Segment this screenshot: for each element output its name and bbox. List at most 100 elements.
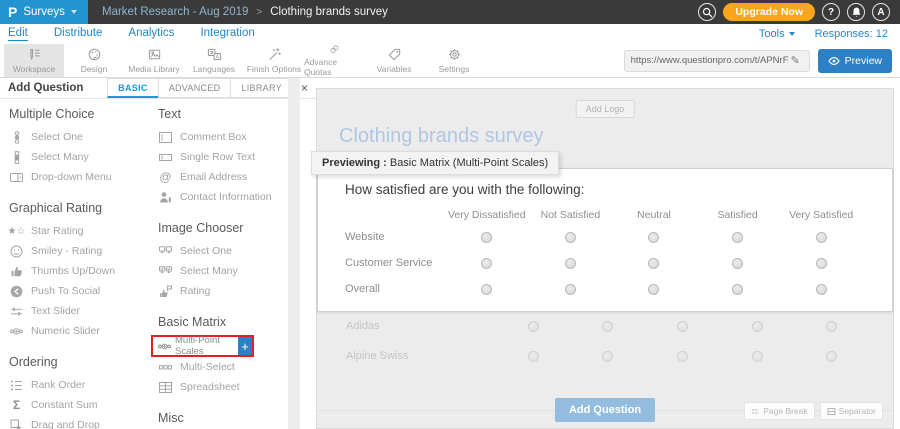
- tool-label: Settings: [439, 64, 470, 74]
- qtype-comment-box[interactable]: Comment Box: [158, 127, 292, 147]
- notifications-button[interactable]: [847, 3, 865, 21]
- qtype-label: Rating: [180, 285, 210, 297]
- radio-button[interactable]: [648, 284, 659, 295]
- image-icon: [147, 47, 162, 62]
- qtype-single-row-text[interactable]: Single Row Text: [158, 147, 292, 167]
- separator-button[interactable]: Separator: [820, 402, 883, 420]
- tool-design[interactable]: Design: [64, 44, 124, 77]
- tool-label: Variables: [377, 64, 412, 74]
- qtype-thumbs-up-down[interactable]: Thumbs Up/Down: [9, 261, 148, 281]
- qtype-image-rating[interactable]: Rating: [158, 281, 292, 301]
- matrix-row-website: Website: [318, 224, 892, 250]
- avatar[interactable]: A: [872, 3, 890, 21]
- tool-label: Advance Quotas: [304, 57, 364, 77]
- qtype-multi-select[interactable]: Multi-Select: [158, 357, 292, 377]
- matrix-body: Website Customer Service Overall: [318, 224, 892, 302]
- qtype-label: Single Row Text: [180, 151, 255, 163]
- qtype-drag-and-drop[interactable]: Drag and Drop: [9, 415, 148, 429]
- upgrade-now-button[interactable]: Upgrade Now: [723, 3, 815, 21]
- qtype-star-rating[interactable]: ★☆ Star Rating: [9, 221, 148, 241]
- add-question-panel: Add Question BASIC ADVANCED LIBRARY × Mu…: [0, 78, 316, 429]
- translate-icon: A: [207, 47, 222, 62]
- radio-button[interactable]: [481, 232, 492, 243]
- add-question-type-button[interactable]: +: [238, 337, 252, 355]
- preview-label: Preview: [845, 55, 882, 67]
- radio-button[interactable]: [565, 258, 576, 269]
- radio-button[interactable]: [816, 284, 827, 295]
- qtype-constant-sum[interactable]: Σ Constant Sum: [9, 395, 148, 415]
- radio-button[interactable]: [481, 284, 492, 295]
- tab-library[interactable]: LIBRARY: [230, 78, 292, 98]
- breadcrumb-separator: >: [256, 7, 262, 18]
- qtype-image-select-one[interactable]: Select One: [158, 241, 292, 261]
- add-question-button[interactable]: Add Question: [555, 398, 655, 422]
- tab-advanced[interactable]: ADVANCED: [158, 78, 232, 98]
- radio-button[interactable]: [816, 232, 827, 243]
- question-preview-box: How satisfied are you with the following…: [317, 168, 893, 312]
- qtype-dropdown-menu[interactable]: Drop-down Menu: [9, 167, 148, 187]
- qtype-label: Comment Box: [180, 131, 247, 143]
- separator-label: Separator: [839, 406, 876, 416]
- multi-point-scales-icon: [158, 340, 171, 353]
- panel-scrollbar[interactable]: [288, 78, 300, 429]
- qtype-push-to-social[interactable]: Push To Social: [9, 281, 148, 301]
- search-button[interactable]: [698, 3, 716, 21]
- qtype-multi-point-scales[interactable]: Multi-Point Scales +: [151, 335, 254, 357]
- menu-edit[interactable]: Edit: [8, 27, 28, 41]
- tools-dropdown[interactable]: Tools: [759, 28, 795, 40]
- survey-page: Add Logo Clothing brands survey Adidas A…: [316, 88, 894, 429]
- tool-variables[interactable]: Variables: [364, 44, 424, 77]
- contact-icon: [158, 191, 173, 204]
- radio-button[interactable]: [481, 258, 492, 269]
- svg-text:A: A: [215, 54, 219, 60]
- tool-label: Design: [81, 64, 107, 74]
- qtype-smiley-rating[interactable]: Smiley - Rating: [9, 241, 148, 261]
- radio-button[interactable]: [732, 232, 743, 243]
- drag-icon: [9, 419, 24, 429]
- matrix-row-customer-service: Customer Service: [318, 250, 892, 276]
- radio-button[interactable]: [648, 258, 659, 269]
- radio-button[interactable]: [816, 258, 827, 269]
- tool-media-library[interactable]: Media Library: [124, 44, 184, 77]
- qtype-spreadsheet[interactable]: Spreadsheet: [158, 377, 292, 397]
- menu-bar: Edit Distribute Analytics Integration To…: [0, 24, 900, 44]
- search-icon: [702, 7, 713, 18]
- tool-settings[interactable]: Settings: [424, 44, 484, 77]
- survey-title[interactable]: Clothing brands survey: [339, 125, 544, 148]
- breadcrumb-folder[interactable]: Market Research - Aug 2019: [102, 6, 248, 18]
- comment-box-icon: [158, 131, 173, 144]
- edit-url-icon[interactable]: ✎: [791, 54, 800, 67]
- radio-button[interactable]: [732, 258, 743, 269]
- qtype-contact-information[interactable]: Contact Information: [158, 187, 292, 207]
- qtype-numeric-slider[interactable]: Numeric Slider: [9, 321, 148, 341]
- scale-column-header: Very Satisfied: [779, 209, 863, 221]
- qtype-image-select-many[interactable]: Select Many: [158, 261, 292, 281]
- qtype-text-slider[interactable]: Text Slider: [9, 301, 148, 321]
- tool-workspace[interactable]: Workspace: [4, 44, 64, 77]
- add-logo-button[interactable]: Add Logo: [576, 100, 635, 118]
- survey-url-input[interactable]: [631, 55, 789, 66]
- radio-button[interactable]: [565, 232, 576, 243]
- tool-label: Languages: [193, 64, 235, 74]
- qtype-rank-order[interactable]: Rank Order: [9, 375, 148, 395]
- radio-button[interactable]: [565, 284, 576, 295]
- qtype-select-one[interactable]: Select One: [9, 127, 148, 147]
- menu-analytics[interactable]: Analytics: [128, 27, 174, 41]
- menu-distribute[interactable]: Distribute: [54, 27, 103, 41]
- preview-button[interactable]: Preview: [818, 49, 892, 73]
- radio-button[interactable]: [732, 284, 743, 295]
- tool-languages[interactable]: A Languages: [184, 44, 244, 77]
- tool-finish-options[interactable]: Finish Options: [244, 44, 304, 77]
- toolbar-tabs: Workspace Design Media Library A Languag…: [4, 44, 484, 77]
- tab-basic[interactable]: BASIC: [107, 78, 159, 98]
- responses-count[interactable]: Responses: 12: [815, 28, 888, 40]
- product-switcher[interactable]: P Surveys: [0, 0, 88, 24]
- help-button[interactable]: ?: [822, 3, 840, 21]
- radio-button[interactable]: [648, 232, 659, 243]
- page-break-button[interactable]: Page Break: [744, 402, 814, 420]
- question-text: How satisfied are you with the following…: [345, 182, 892, 197]
- qtype-email-address[interactable]: @ Email Address: [158, 167, 292, 187]
- tool-advance-quotas[interactable]: Advance Quotas: [304, 44, 364, 77]
- qtype-select-many[interactable]: Select Many: [9, 147, 148, 167]
- menu-integration[interactable]: Integration: [200, 27, 254, 41]
